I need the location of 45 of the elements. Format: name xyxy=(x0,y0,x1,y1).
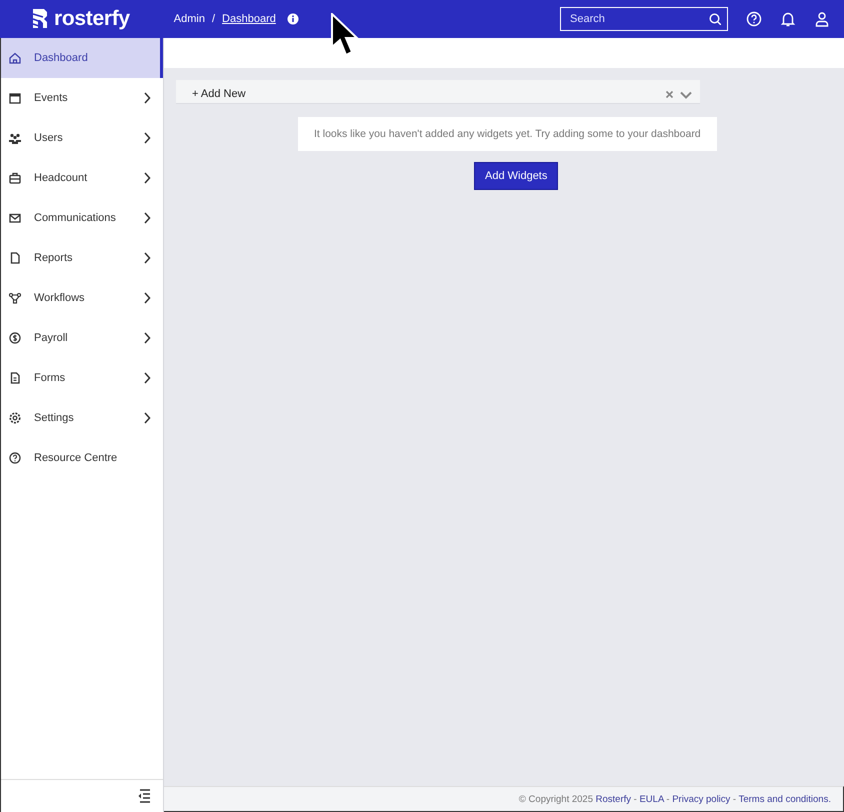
breadcrumb-link[interactable]: Dashboard xyxy=(222,13,276,25)
footer-link[interactable]: Privacy policy xyxy=(672,794,730,804)
copyright-text: © Copyright 2025 Rosterfy - EULA - Privacy policy - Terms and conditions. xyxy=(518,794,831,804)
sidebar-item[interactable]: Dashboard xyxy=(1,38,163,78)
sidebar-item[interactable]: Users xyxy=(1,118,163,158)
close-icon[interactable] xyxy=(665,90,674,98)
footer-link[interactable]: Rosterfy xyxy=(596,794,632,804)
breadcrumb-item: Admin xyxy=(174,13,205,25)
briefcase-icon xyxy=(8,171,22,185)
user-icon[interactable] xyxy=(814,11,830,27)
nodes-icon xyxy=(8,291,22,305)
logo-icon xyxy=(32,8,48,30)
sidebar-item[interactable]: Reports xyxy=(1,238,163,278)
breadcrumb-separator: / xyxy=(212,13,216,25)
collapse-icon[interactable] xyxy=(137,788,151,804)
empty-message: It looks like you haven't added any widgets yet. Try adding some to your dashboard xyxy=(298,117,717,151)
search-icon xyxy=(709,13,721,25)
add-new-label[interactable]: + Add New xyxy=(192,88,665,100)
add-widgets-button[interactable]: Add Widgets xyxy=(474,162,558,190)
sidebar-item[interactable]: Settings xyxy=(1,398,163,438)
sidebar-item[interactable]: Events xyxy=(1,78,163,118)
home-icon xyxy=(8,51,22,65)
document-icon xyxy=(8,251,22,265)
sidebar-item[interactable]: Communications xyxy=(1,198,163,238)
logo-text: rosterfy xyxy=(54,7,130,31)
bell-icon[interactable] xyxy=(780,11,796,27)
search-field[interactable]: Search xyxy=(560,7,728,31)
sidebar-item[interactable]: Payroll xyxy=(1,318,163,358)
envelope-icon xyxy=(8,211,22,225)
help-icon[interactable] xyxy=(746,11,762,27)
chevron-down-icon[interactable] xyxy=(680,90,692,98)
people-icon xyxy=(8,131,22,145)
dollar-icon xyxy=(8,331,22,345)
footer-link[interactable]: Terms and conditions. xyxy=(738,794,831,804)
help-icon xyxy=(8,451,22,465)
form-icon xyxy=(8,371,22,385)
calendar-icon xyxy=(8,91,22,105)
footer-link[interactable]: EULA xyxy=(639,794,664,804)
add-new-bar[interactable]: + Add New xyxy=(176,80,700,104)
sidebar-item[interactable]: Workflows xyxy=(1,278,163,318)
sidebar-item[interactable]: Forms xyxy=(1,358,163,398)
gear-icon xyxy=(8,411,22,425)
sidebar-item[interactable]: Headcount xyxy=(1,158,163,198)
sidebar-item[interactable]: Resource Centre xyxy=(1,438,163,478)
info-icon xyxy=(286,13,299,25)
